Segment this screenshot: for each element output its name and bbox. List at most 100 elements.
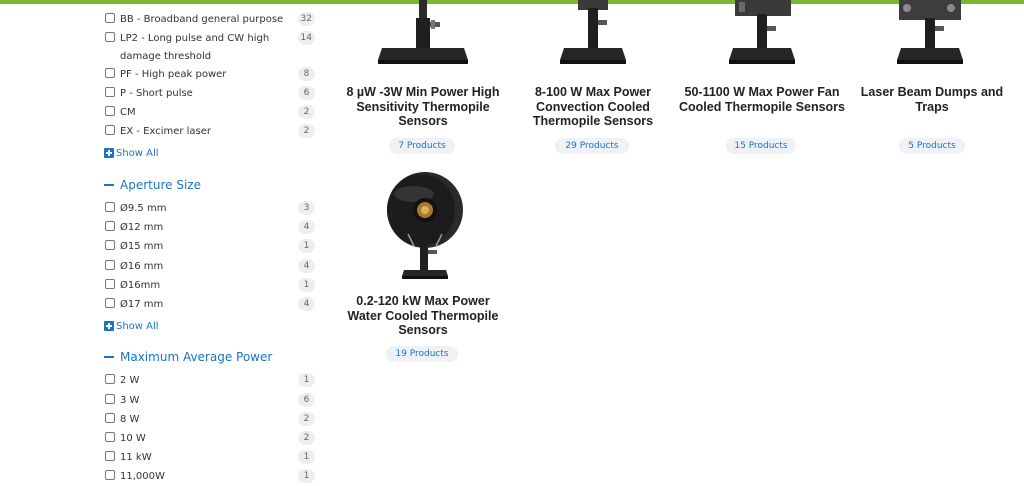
checkbox[interactable]: [105, 87, 115, 97]
minus-icon: [104, 356, 114, 358]
filter-option-laser-type[interactable]: PF - High peak power 8: [105, 65, 315, 83]
filter-option-label: CM: [120, 107, 136, 118]
checkbox[interactable]: [105, 413, 115, 423]
filter-option-max-power[interactable]: 11 kW 1: [105, 448, 315, 466]
filter-count-badge: 2: [298, 431, 315, 445]
checkbox[interactable]: [105, 451, 115, 461]
checkbox[interactable]: [105, 260, 115, 270]
product-count-button[interactable]: 29 Products: [555, 138, 629, 154]
product-count-button[interactable]: 15 Products: [726, 138, 796, 154]
filter-option-label: LP2 - Long pulse and CW high damage thre…: [120, 33, 270, 62]
product-card[interactable]: 0.2-120 kW Max Power Water Cooled Thermo…: [338, 170, 508, 370]
filter-option-laser-type[interactable]: BB - Broadband general purpose 32: [105, 10, 315, 28]
filter-option-aperture[interactable]: Ø9.5 mm 3: [105, 199, 315, 217]
filter-count-badge: 8: [298, 67, 315, 81]
checkbox[interactable]: [105, 125, 115, 135]
beam-dump-image[interactable]: [847, 0, 1017, 74]
checkbox[interactable]: [105, 106, 115, 116]
show-all-link-aperture[interactable]: Show All: [104, 319, 159, 333]
filter-option-label: PF - High peak power: [120, 69, 227, 80]
thermopile-sensor-image[interactable]: [508, 0, 678, 74]
checkbox[interactable]: [105, 32, 115, 42]
filter-option-label: 8 W: [120, 414, 140, 425]
checkbox[interactable]: [105, 394, 115, 404]
filter-option-laser-type[interactable]: EX - Excimer laser 2: [105, 122, 315, 140]
checkbox[interactable]: [105, 432, 115, 442]
filter-option-max-power[interactable]: 3 W 6: [105, 391, 315, 409]
filter-option-aperture[interactable]: Ø12 mm 4: [105, 218, 315, 236]
filter-count-badge: 6: [298, 86, 315, 100]
thermopile-sensor-image[interactable]: [677, 0, 847, 74]
filter-count-badge: 2: [298, 124, 315, 138]
product-title[interactable]: 8 µW -3W Min Power High Sensitivity Ther…: [338, 85, 508, 129]
show-all-label: Show All: [116, 320, 159, 332]
filter-option-aperture[interactable]: Ø16mm 1: [105, 276, 315, 294]
checkbox[interactable]: [105, 298, 115, 308]
minus-icon: [104, 184, 114, 186]
checkbox[interactable]: [105, 202, 115, 212]
filter-option-label: Ø9.5 mm: [120, 203, 167, 214]
filter-option-laser-type[interactable]: CM 2: [105, 103, 315, 121]
show-all-link-laser-type[interactable]: Show All: [104, 146, 159, 160]
filter-option-aperture[interactable]: Ø16 mm 4: [105, 257, 315, 275]
water-cooled-sensor-image[interactable]: [338, 170, 508, 282]
filter-option-label: 10 W: [120, 433, 146, 444]
filter-option-label: Ø15 mm: [120, 241, 164, 252]
filter-count-badge: 4: [298, 297, 315, 311]
product-card[interactable]: 50-1100 W Max Power Fan Cooled Thermopil…: [677, 0, 847, 160]
filter-option-label: 11,000W: [120, 471, 165, 482]
product-title[interactable]: 50-1100 W Max Power Fan Cooled Thermopil…: [677, 85, 847, 114]
section-title: Maximum Average Power: [120, 350, 273, 364]
checkbox[interactable]: [105, 13, 115, 23]
filter-count-badge: 1: [298, 469, 315, 483]
filter-option-max-power[interactable]: 10 W 2: [105, 429, 315, 447]
filter-option-laser-type[interactable]: P - Short pulse 6: [105, 84, 315, 102]
filter-option-label: 2 W: [120, 375, 140, 386]
filter-count-badge: 1: [298, 373, 315, 387]
filter-count-badge: 1: [298, 450, 315, 464]
filter-count-badge: 6: [298, 393, 315, 407]
product-title[interactable]: 8-100 W Max Power Convection Cooled Ther…: [508, 85, 678, 129]
filter-option-label: BB - Broadband general purpose: [120, 14, 284, 25]
product-card[interactable]: 8 µW -3W Min Power High Sensitivity Ther…: [338, 0, 508, 160]
product-count-button[interactable]: 5 Products: [899, 138, 965, 154]
product-title[interactable]: Laser Beam Dumps and Traps: [847, 85, 1017, 114]
filter-option-label: 3 W: [120, 395, 140, 406]
checkbox[interactable]: [105, 221, 115, 231]
product-title[interactable]: 0.2-120 kW Max Power Water Cooled Thermo…: [338, 294, 508, 338]
show-all-label: Show All: [116, 147, 159, 159]
checkbox[interactable]: [105, 279, 115, 289]
filter-count-badge: 2: [298, 105, 315, 119]
aperture-size-section-header[interactable]: Aperture Size: [104, 176, 201, 194]
filter-option-max-power[interactable]: 11,000W 1: [105, 467, 315, 485]
checkbox[interactable]: [105, 240, 115, 250]
filter-option-label: Ø16mm: [120, 280, 161, 291]
filter-count-badge: 14: [297, 31, 315, 45]
filter-option-label: Ø12 mm: [120, 222, 164, 233]
product-count-button[interactable]: 19 Products: [386, 346, 458, 362]
filter-option-max-power[interactable]: 8 W 2: [105, 410, 315, 428]
checkbox[interactable]: [105, 374, 115, 384]
filter-count-badge: 1: [298, 239, 315, 253]
filter-count-badge: 2: [298, 412, 315, 426]
filter-option-label: 11 kW: [120, 452, 152, 463]
max-average-power-section-header[interactable]: Maximum Average Power: [104, 348, 272, 366]
thermopile-sensor-image[interactable]: [338, 0, 508, 74]
filter-option-laser-type[interactable]: LP2 - Long pulse and CW high damage thre…: [105, 29, 315, 65]
filter-option-aperture[interactable]: Ø17 mm 4: [105, 295, 315, 313]
filter-option-max-power[interactable]: 2 W 1: [105, 371, 315, 389]
product-card[interactable]: Laser Beam Dumps and Traps 5 Products: [847, 0, 1017, 160]
filter-option-aperture[interactable]: Ø15 mm 1: [105, 237, 315, 255]
checkbox[interactable]: [105, 68, 115, 78]
checkbox[interactable]: [105, 470, 115, 480]
filter-count-badge: 3: [298, 201, 315, 215]
filter-option-label: P - Short pulse: [120, 88, 193, 99]
section-title: Aperture Size: [120, 178, 201, 192]
filter-option-label: EX - Excimer laser: [120, 126, 212, 137]
filter-option-label: Ø16 mm: [120, 261, 164, 272]
product-count-button[interactable]: 7 Products: [389, 138, 455, 154]
plus-square-icon: [104, 321, 114, 331]
product-card[interactable]: 8-100 W Max Power Convection Cooled Ther…: [508, 0, 678, 160]
filter-sidebar: BB - Broadband general purpose 32 LP2 - …: [0, 0, 330, 484]
filter-count-badge: 32: [297, 12, 315, 26]
